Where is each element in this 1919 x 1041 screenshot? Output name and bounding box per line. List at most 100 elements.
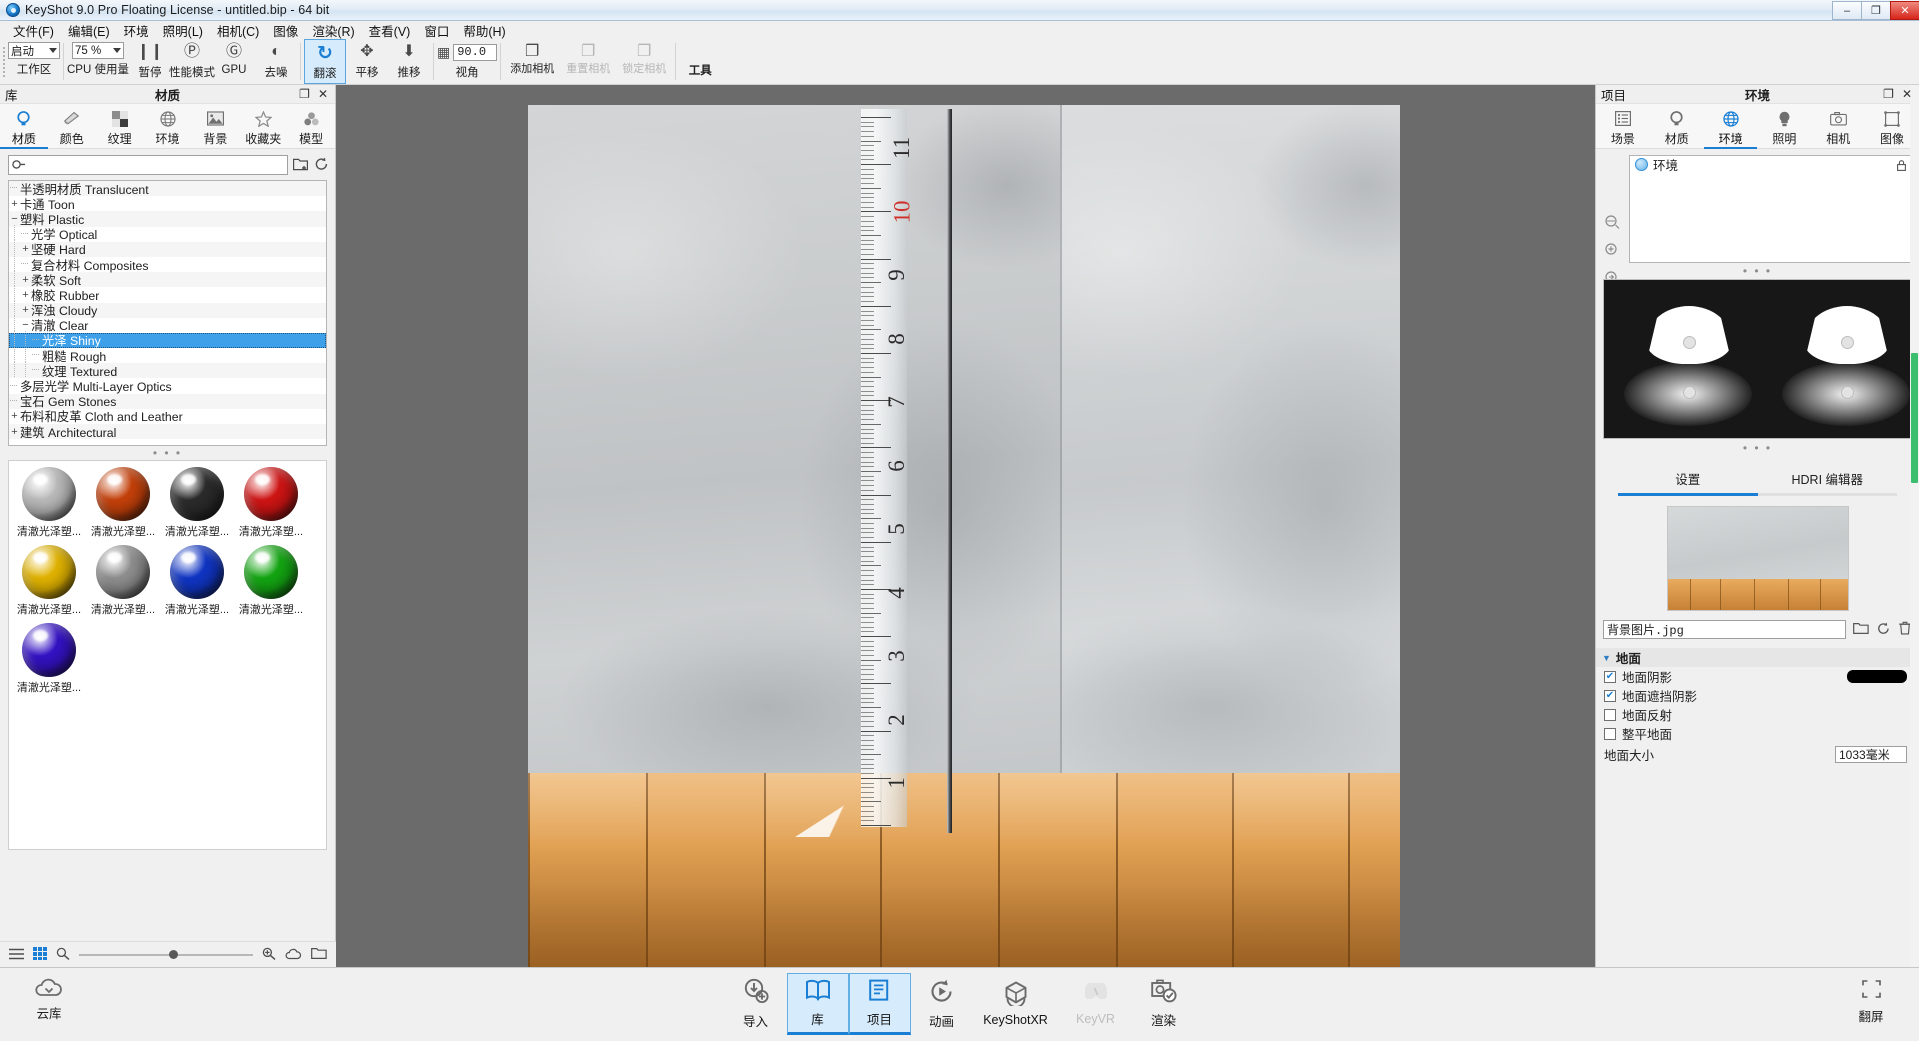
menu-item-window[interactable]: 窗口 bbox=[417, 20, 456, 41]
menu-item-camera[interactable]: 相机(C) bbox=[210, 20, 266, 41]
minimize-button[interactable]: – bbox=[1832, 1, 1861, 20]
environment-list[interactable]: 环境 bbox=[1629, 155, 1912, 263]
menu-item-file[interactable]: 文件(F) bbox=[6, 20, 61, 41]
material-thumbnail[interactable]: 清澈光泽塑... bbox=[163, 467, 231, 539]
checkbox[interactable] bbox=[1604, 689, 1616, 702]
library-tab-colors[interactable]: 颜色 bbox=[48, 104, 96, 147]
dock-animation-button[interactable]: 动画 bbox=[911, 973, 973, 1035]
hdri-preview[interactable] bbox=[1603, 279, 1912, 439]
cloud-library-button[interactable]: 云库 bbox=[14, 976, 84, 1022]
ground-option-row[interactable]: 地面遮挡阴影 bbox=[1596, 686, 1919, 705]
material-thumbnail[interactable]: 清澈光泽塑... bbox=[89, 467, 157, 539]
list-view-icon[interactable] bbox=[9, 947, 24, 963]
dolly-tool-button[interactable]: ⬇ 推移 bbox=[388, 39, 430, 84]
perspective-control[interactable]: ▦ 90.0 视角 bbox=[437, 39, 498, 84]
close-button[interactable]: ✕ bbox=[1890, 1, 1919, 20]
performance-mode-button[interactable]: Ⓟ 性能模式 bbox=[169, 39, 215, 84]
material-thumbnail[interactable]: 清澈光泽塑... bbox=[163, 545, 231, 617]
zoom-in-icon[interactable] bbox=[262, 947, 276, 963]
render-viewport[interactable]: 1110987654321 FPS:57.2时间:2m 58s采样值:575三角… bbox=[336, 85, 1595, 967]
thumbnail-size-slider[interactable] bbox=[79, 948, 253, 962]
background-thumbnail[interactable] bbox=[1666, 506, 1849, 611]
pan-tool-button[interactable]: ✥ 平移 bbox=[346, 39, 388, 84]
add-camera-button[interactable]: ❐ 添加相机 bbox=[504, 39, 560, 84]
hdri-area-light[interactable] bbox=[1804, 306, 1890, 364]
add-folder-icon[interactable] bbox=[292, 157, 309, 174]
dock-render-button[interactable]: 渲染 bbox=[1133, 973, 1195, 1035]
hdri-light-handle[interactable] bbox=[1683, 336, 1696, 349]
material-category-tree[interactable]: 半透明材质 Translucent + 卡通 Toon − 塑料 Plastic 光学 O… bbox=[8, 180, 327, 446]
hdri-area-light[interactable] bbox=[1646, 306, 1732, 364]
ground-option-row[interactable]: 地面反射 bbox=[1596, 705, 1919, 724]
add-env-icon[interactable] bbox=[1604, 215, 1620, 232]
library-tab-textures[interactable]: 纹理 bbox=[96, 104, 144, 147]
render-image[interactable]: 1110987654321 FPS:57.2时间:2m 58s采样值:575三角… bbox=[528, 105, 1400, 967]
project-splitter-handle-2[interactable]: • • • bbox=[1596, 439, 1919, 457]
project-tab-scene[interactable]: 场景 bbox=[1596, 104, 1650, 147]
library-tab-models[interactable]: 模型 bbox=[287, 104, 335, 147]
dock-keyvr-button[interactable]: KeyVR bbox=[1059, 973, 1133, 1035]
folder-open-icon[interactable] bbox=[1853, 622, 1869, 638]
folder-icon[interactable] bbox=[311, 947, 327, 963]
checkbox[interactable] bbox=[1604, 670, 1616, 683]
dock-project-button[interactable]: 项目 bbox=[848, 973, 911, 1035]
ground-section-header[interactable]: ▼ 地面 bbox=[1596, 648, 1919, 667]
tree-expander[interactable]: + bbox=[20, 289, 31, 301]
gpu-button[interactable]: Ⓖ GPU bbox=[213, 39, 255, 84]
project-close-button[interactable]: ✕ bbox=[1902, 87, 1912, 101]
tumble-tool-button[interactable]: ↻ 翻滚 bbox=[303, 39, 346, 84]
window-controls[interactable]: – ❐ ✕ bbox=[1832, 0, 1919, 21]
grid-view-icon[interactable] bbox=[33, 946, 47, 963]
ruler-model[interactable]: 1110987654321 bbox=[795, 109, 952, 837]
tree-expander[interactable]: − bbox=[20, 319, 31, 331]
project-tab-environment[interactable]: 环境 bbox=[1703, 104, 1758, 149]
project-splitter-handle-1[interactable]: • • • bbox=[1596, 263, 1919, 279]
workspace-selector[interactable]: 启动 工作区 bbox=[8, 39, 60, 84]
material-thumbnail[interactable]: 清澈光泽塑... bbox=[15, 545, 83, 617]
dock-keyshotxr-button[interactable]: KeyShotXR bbox=[973, 973, 1059, 1035]
tools-button[interactable]: 工具 bbox=[679, 39, 721, 84]
library-tab-favorites[interactable]: 收藏夹 bbox=[239, 104, 287, 147]
lock-icon[interactable] bbox=[1897, 160, 1906, 174]
tab-settings[interactable]: 设置 bbox=[1618, 469, 1758, 493]
maximize-button[interactable]: ❐ bbox=[1861, 1, 1890, 20]
shadow-color-swatch[interactable] bbox=[1847, 670, 1907, 683]
menu-item-render[interactable]: 渲染(R) bbox=[305, 20, 361, 41]
ground-option-row[interactable]: 整平地面 bbox=[1596, 724, 1919, 743]
tree-expander[interactable]: + bbox=[20, 304, 31, 316]
project-tab-camera[interactable]: 相机 bbox=[1811, 104, 1865, 147]
ground-option-row[interactable]: 地面阴影 bbox=[1596, 667, 1919, 686]
toolbar-grip[interactable] bbox=[0, 39, 8, 84]
menu-item-environment[interactable]: 环境 bbox=[117, 20, 156, 41]
tree-expander[interactable]: − bbox=[9, 213, 20, 225]
material-thumbnail-grid[interactable]: 清澈光泽塑... 清澈光泽塑... 清澈光泽塑... 清澈光泽塑... 清澈光泽塑...… bbox=[8, 460, 327, 850]
library-tab-environments[interactable]: 环境 bbox=[144, 104, 192, 147]
refresh-icon[interactable] bbox=[1876, 622, 1891, 638]
tree-expander[interactable]: + bbox=[20, 274, 31, 286]
cpu-usage-selector[interactable]: 75 % CPU 使用量 bbox=[67, 39, 129, 84]
library-close-button[interactable]: ✕ bbox=[318, 87, 328, 101]
perspective-value[interactable]: 90.0 bbox=[453, 43, 498, 61]
menu-item-edit[interactable]: 编辑(E) bbox=[61, 20, 117, 41]
project-panel-scrollbar[interactable] bbox=[1910, 85, 1919, 967]
material-thumbnail[interactable]: 清澈光泽塑... bbox=[15, 623, 83, 695]
material-thumbnail[interactable]: 清澈光泽塑... bbox=[237, 545, 305, 617]
material-thumbnail[interactable]: 清澈光泽塑... bbox=[89, 545, 157, 617]
environment-list-item[interactable]: 环境 bbox=[1630, 156, 1911, 173]
checkbox[interactable] bbox=[1604, 727, 1616, 740]
reset-camera-button[interactable]: ❐ 重置相机 bbox=[560, 39, 616, 84]
fullscreen-button[interactable]: 翻屏 bbox=[1839, 980, 1903, 1025]
library-undock-button[interactable]: ❐ bbox=[299, 87, 310, 101]
cloud-icon[interactable] bbox=[285, 947, 302, 963]
tree-item[interactable]: + 建筑 Architectural bbox=[9, 424, 326, 440]
ground-size-input[interactable]: 1033毫米 bbox=[1835, 745, 1907, 763]
lock-camera-button[interactable]: ❐ 锁定相机 bbox=[616, 39, 672, 84]
tree-expander[interactable]: + bbox=[9, 426, 20, 438]
search-input[interactable] bbox=[25, 158, 287, 172]
background-file-input[interactable]: 背景图片.jpg bbox=[1603, 620, 1846, 639]
tree-expander[interactable]: + bbox=[9, 410, 20, 422]
project-undock-button[interactable]: ❐ bbox=[1883, 87, 1894, 101]
project-tab-lighting[interactable]: 照明 bbox=[1757, 104, 1811, 147]
checkbox[interactable] bbox=[1604, 708, 1616, 721]
duplicate-env-icon[interactable] bbox=[1604, 243, 1620, 260]
